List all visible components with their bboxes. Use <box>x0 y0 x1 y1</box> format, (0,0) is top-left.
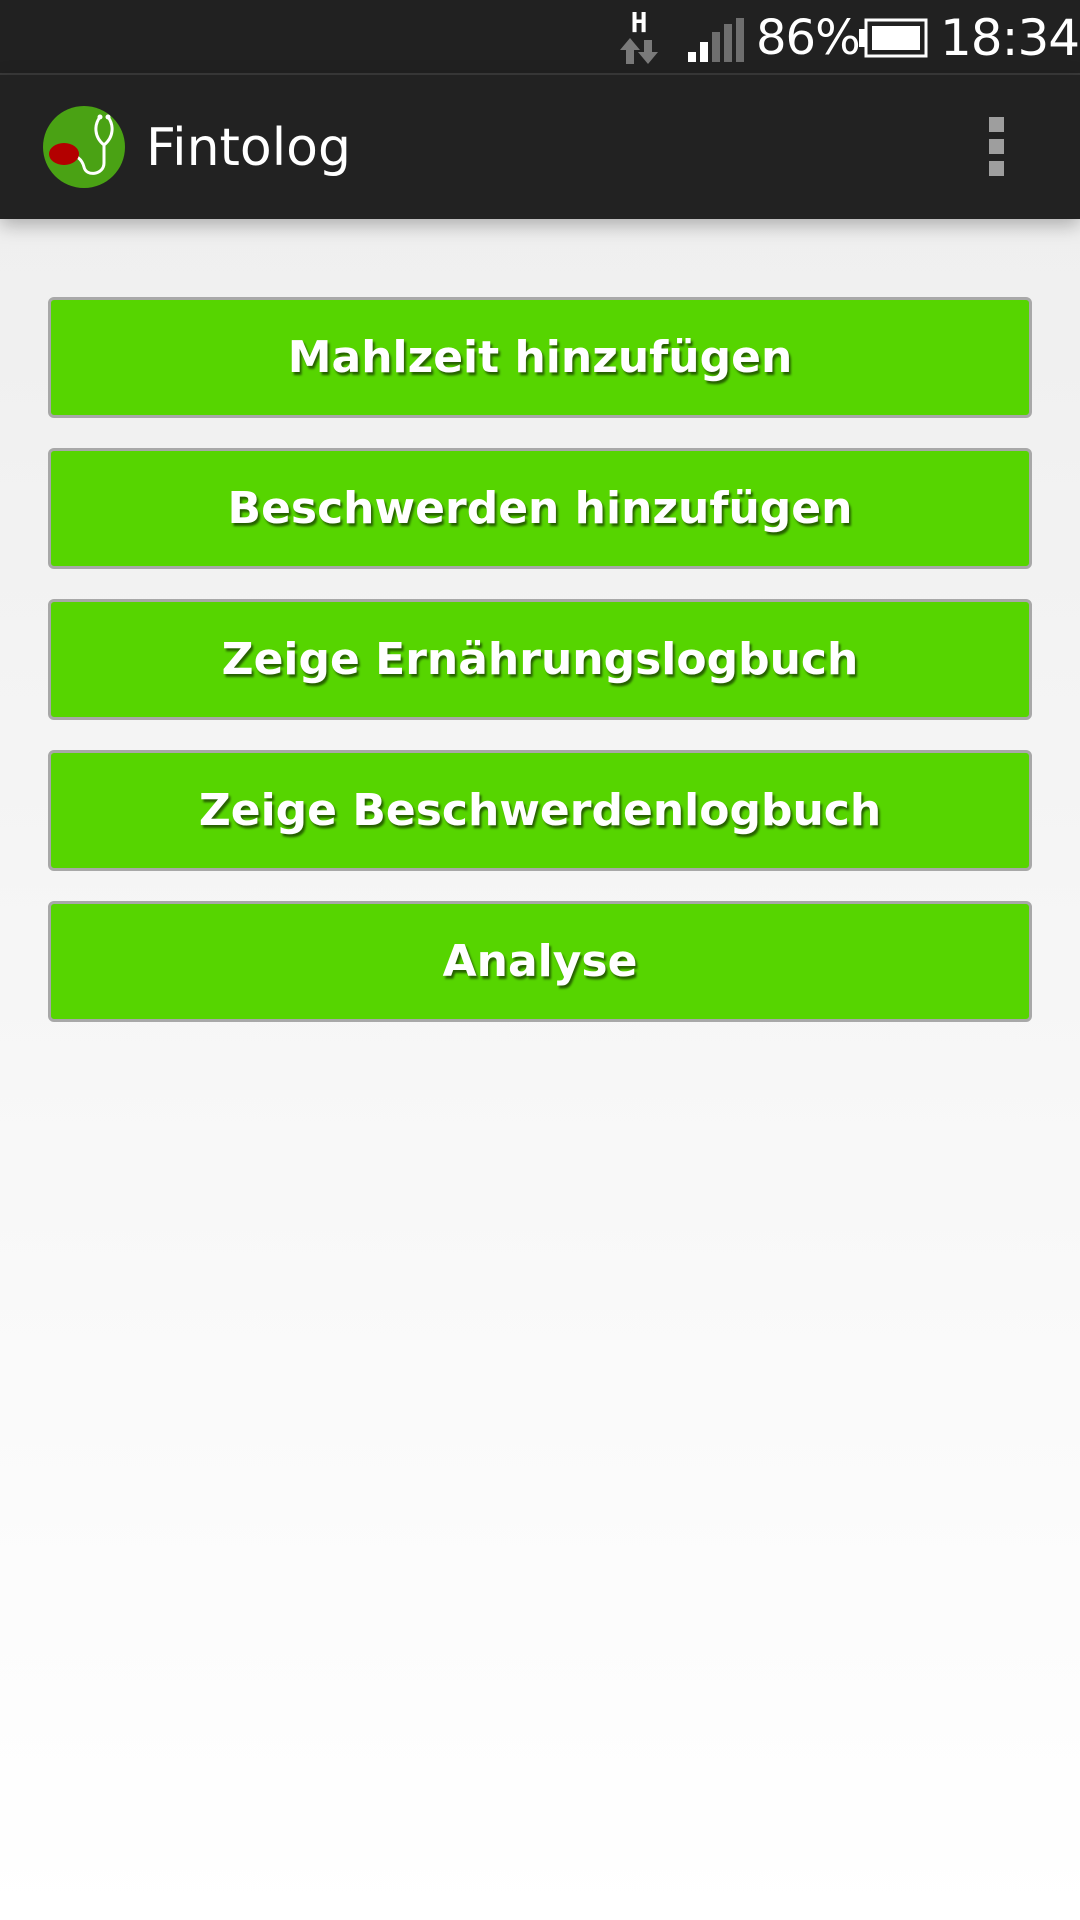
battery-percentage: 86% <box>756 10 861 66</box>
analysis-button[interactable]: Analyse <box>48 901 1032 1022</box>
network-hspa-icon: H <box>620 6 658 64</box>
show-nutrition-log-button[interactable]: Zeige Ernährungslogbuch <box>48 599 1032 720</box>
stethoscope-logo-icon <box>43 106 125 188</box>
app-title: Fintolog <box>146 118 352 178</box>
overflow-menu-icon[interactable] <box>970 111 1022 181</box>
battery-icon <box>859 18 928 58</box>
action-bar: Fintolog <box>0 75 1080 219</box>
svg-text:H: H <box>631 6 648 39</box>
add-complaints-button[interactable]: Beschwerden hinzufügen <box>48 448 1032 569</box>
main-content: Mahlzeit hinzufügen Beschwerden hinzufüg… <box>0 219 1080 1920</box>
menu-dot <box>988 116 1004 132</box>
status-bar: H 86% 18:34 <box>0 0 1080 75</box>
menu-dot <box>988 138 1004 154</box>
menu-dot <box>988 160 1004 176</box>
show-complaints-log-button[interactable]: Zeige Beschwerdenlogbuch <box>48 750 1032 871</box>
signal-strength-icon <box>688 18 744 62</box>
add-meal-button[interactable]: Mahlzeit hinzufügen <box>48 297 1032 418</box>
status-clock: 18:34 <box>940 9 1080 67</box>
